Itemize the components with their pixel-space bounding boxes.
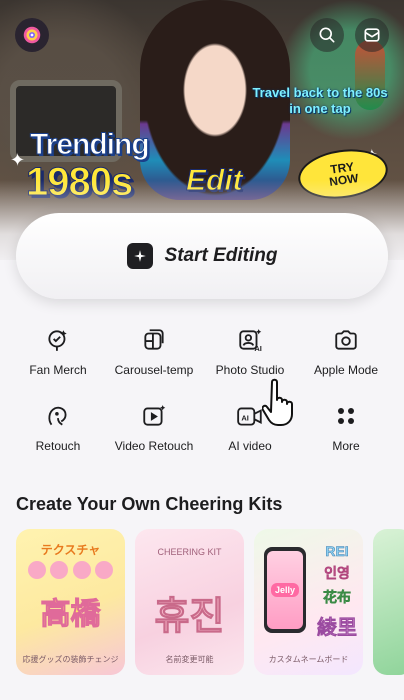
kit-card[interactable]: Jelly REI 인영 花布 綾里 カスタムネームボード: [254, 529, 363, 675]
tool-label: Apple Mode: [313, 363, 379, 377]
carousel-icon: [139, 325, 169, 355]
kit-name-stack: REI 인영 花布 綾里: [314, 543, 360, 644]
app-logo-icon: [23, 26, 41, 44]
video-retouch-icon: [139, 401, 169, 431]
start-editing-button[interactable]: Start Editing: [16, 213, 388, 299]
tools-grid: Fan Merch Carousel-temp AI Photo Studio …: [10, 325, 394, 453]
svg-text:AI: AI: [254, 344, 262, 353]
tool-label: Fan Merch: [29, 363, 87, 377]
kit-card-caption: 応援グッズの装飾チェンジ: [22, 655, 119, 664]
tool-label: Photo Studio: [215, 363, 285, 377]
kit-name: REI: [325, 543, 349, 560]
tool-label: Retouch: [35, 439, 81, 453]
tool-fan-merch[interactable]: Fan Merch: [10, 325, 106, 377]
tool-photo-studio[interactable]: AI Photo Studio: [202, 325, 298, 377]
ai-portrait-icon: AI: [235, 325, 265, 355]
tool-video-retouch[interactable]: Video Retouch: [106, 401, 202, 453]
app-logo-button[interactable]: [15, 18, 49, 52]
cheering-kits-title: Create Your Own Cheering Kits: [16, 494, 283, 514]
tool-carousel-temp[interactable]: Carousel-temp: [106, 325, 202, 377]
camera-icon: [331, 325, 361, 355]
tool-label: More: [332, 439, 360, 453]
kit-card-top-text: CHEERING KIT: [157, 547, 222, 557]
kit-stickers: [28, 561, 113, 579]
inbox-icon: [364, 28, 380, 42]
sparkle-icon: [126, 243, 153, 269]
phone-screen: Jelly: [267, 551, 303, 629]
tool-label: Carousel-temp: [114, 363, 194, 377]
tool-apple-mode[interactable]: Apple Mode: [298, 325, 394, 377]
kit-card[interactable]: [373, 529, 404, 675]
phone-label: Jelly: [270, 583, 300, 597]
sparkle-icon: ✦: [10, 150, 26, 170]
kit-name: 綾里: [317, 617, 358, 640]
kit-card-main-text: 高橋: [40, 598, 101, 632]
tool-label: Video Retouch: [114, 439, 194, 453]
kit-card[interactable]: テクスチャ 高橋 応援グッズの装飾チェンジ: [16, 529, 125, 675]
kit-name: 인영: [324, 565, 350, 582]
kit-name: 花布: [323, 589, 352, 606]
inbox-button[interactable]: [355, 18, 389, 52]
tool-label: AI video: [228, 439, 272, 453]
search-button[interactable]: [310, 18, 344, 52]
hero-trending-label: Trending: [30, 128, 151, 162]
search-icon: [319, 27, 335, 43]
hand-pointer-icon: [262, 378, 293, 426]
kit-card-top-text: テクスチャ: [40, 543, 101, 557]
kit-card-caption: カスタムネームボード: [268, 655, 349, 664]
tool-more[interactable]: More: [298, 401, 394, 453]
start-editing-label: Start Editing: [164, 245, 278, 266]
svg-text:AI: AI: [241, 413, 249, 422]
kit-card-main-text: 휴진: [154, 596, 225, 639]
kit-card-caption: 名前変更可能: [165, 655, 214, 664]
tool-retouch[interactable]: Retouch: [10, 401, 106, 453]
kit-card[interactable]: CHEERING KIT 휴진 名前変更可能: [135, 529, 244, 675]
fan-merch-icon: [43, 325, 73, 355]
cheering-kits-carousel[interactable]: テクスチャ 高橋 応援グッズの装飾チェンジ CHEERING KIT 휴진 名前…: [16, 529, 404, 679]
hero-tagline: Travel back to the 80s in one tap: [252, 85, 388, 116]
retouch-face-icon: [43, 401, 73, 431]
home-screen: Travel back to the 80s in one tap ✦ Tren…: [0, 0, 404, 700]
grid-dots-icon: [331, 401, 361, 431]
ai-video-icon: AI: [235, 401, 265, 431]
